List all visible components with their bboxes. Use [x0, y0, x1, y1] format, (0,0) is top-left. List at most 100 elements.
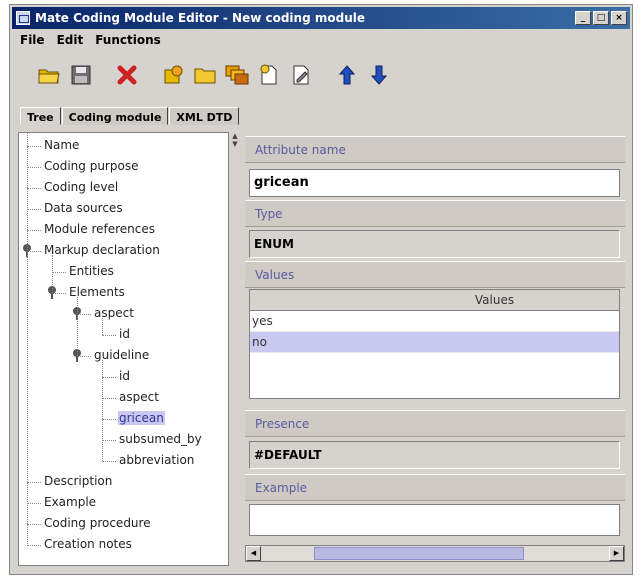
tree-connector: [102, 360, 103, 461]
tree-node[interactable]: Example: [43, 493, 97, 511]
edit-document-button[interactable]: [288, 62, 314, 88]
tree-connector: [27, 230, 41, 231]
tree-connector: [27, 167, 41, 168]
maximize-button[interactable]: □: [593, 11, 609, 25]
copy-icon: [225, 65, 249, 85]
type-field[interactable]: ENUM: [249, 230, 620, 258]
menu-functions[interactable]: Functions: [89, 30, 167, 50]
new-document-button[interactable]: [256, 62, 282, 88]
tree-connector: [27, 524, 41, 525]
tree-connector: [27, 188, 41, 189]
tree-connector: [102, 318, 103, 335]
tree-node-label: Coding purpose: [44, 159, 139, 173]
tree-node-label: Creation notes: [44, 537, 132, 551]
tree-connector: [52, 255, 53, 293]
tree-node-label: Description: [44, 474, 113, 488]
tree-node-label: Example: [44, 495, 97, 509]
delete-icon: [117, 65, 137, 85]
values-column-header[interactable]: Values: [250, 290, 619, 311]
collapse-left-icon[interactable]: ▲: [229, 132, 241, 140]
scroll-right-icon[interactable]: ▶: [609, 546, 624, 561]
tree-connector: [102, 440, 116, 441]
move-down-icon: [371, 65, 387, 85]
tab-tree[interactable]: Tree: [20, 107, 61, 125]
tree-node-label: id: [119, 327, 130, 341]
edit-document-icon: [293, 65, 309, 85]
tree-node[interactable]: abbreviation: [118, 451, 195, 469]
title-bar[interactable]: Mate Coding Module Editor - New coding m…: [12, 7, 630, 29]
tree-connector: [27, 482, 41, 483]
tree-node-label: abbreviation: [119, 453, 195, 467]
tree-node-label: Entities: [69, 264, 114, 278]
split-pane-divider[interactable]: ▲ ▼: [229, 132, 241, 564]
add-item-button[interactable]: [160, 62, 186, 88]
tree-connector: [27, 545, 41, 546]
tab-coding-module[interactable]: Coding module: [61, 107, 169, 125]
toolbar: [36, 58, 398, 92]
tree-node[interactable]: Name: [43, 136, 80, 154]
presence-label: Presence: [245, 410, 625, 437]
tree-panel: Name Coding purpose Coding level Data sourc…: [18, 132, 229, 566]
tree-node-label: aspect: [119, 390, 159, 404]
add-item-icon: [164, 65, 183, 84]
tree-node[interactable]: Coding procedure: [43, 514, 152, 532]
move-up-button[interactable]: [334, 62, 360, 88]
folder-icon: [194, 68, 216, 84]
tree-node[interactable]: Creation notes: [43, 535, 133, 553]
tree-connector: [102, 419, 116, 420]
tree-node[interactable]: Data sources: [43, 199, 124, 217]
tree-node-label: Module references: [44, 222, 155, 236]
type-label: Type: [245, 200, 625, 227]
tree-node[interactable]: subsumed_by: [118, 430, 203, 448]
tree-node-label: Markup declaration: [44, 243, 160, 257]
tab-bar: Tree Coding module XML DTD: [20, 107, 240, 125]
values-table: Values yes no: [249, 289, 620, 399]
close-button[interactable]: ×: [611, 11, 627, 25]
tree-node[interactable]: Description: [43, 472, 113, 490]
tree-node-label: Coding level: [44, 180, 119, 194]
tree-connector: [102, 461, 116, 462]
tree-node[interactable]: Coding level: [43, 178, 119, 196]
values-row[interactable]: no: [250, 332, 619, 353]
collapse-right-icon[interactable]: ▼: [229, 140, 241, 148]
presence-field[interactable]: #DEFAULT: [249, 441, 620, 469]
tree-node-label: aspect: [94, 306, 134, 320]
tree-node[interactable]: Entities: [68, 262, 115, 280]
attribute-name-label: Attribute name: [245, 136, 625, 163]
copy-button[interactable]: [224, 62, 250, 88]
tree-node[interactable]: Markup declaration: [43, 241, 161, 259]
tree-node-label: subsumed_by: [119, 432, 202, 446]
tab-xml-dtd[interactable]: XML DTD: [169, 107, 240, 125]
tree-connector: [77, 297, 78, 356]
tree-node-label: id: [119, 369, 130, 383]
tree-node[interactable]: Module references: [43, 220, 156, 238]
folder-button[interactable]: [192, 62, 218, 88]
menu-bar: File Edit Functions: [14, 30, 167, 50]
delete-button[interactable]: [114, 62, 140, 88]
tree-node-label: Data sources: [44, 201, 123, 215]
scroll-left-icon[interactable]: ◀: [246, 546, 261, 561]
minimize-button[interactable]: _: [575, 11, 591, 25]
app-icon: [16, 11, 30, 25]
menu-file[interactable]: File: [14, 30, 51, 50]
values-row[interactable]: yes: [250, 311, 619, 332]
tree-node[interactable]: Coding purpose: [43, 157, 139, 175]
tree-node[interactable]: id: [118, 367, 131, 385]
tree-node-label: Name: [44, 138, 80, 152]
example-field[interactable]: [249, 504, 620, 536]
move-down-button[interactable]: [366, 62, 392, 88]
open-button[interactable]: [36, 62, 62, 88]
tree-connector: [27, 503, 41, 504]
horizontal-scrollbar[interactable]: ◀ ▶: [245, 545, 625, 562]
move-up-icon: [339, 65, 355, 85]
attribute-name-field[interactable]: gricean: [249, 169, 620, 197]
tree-node[interactable]: gricean: [118, 409, 165, 427]
save-button[interactable]: [68, 62, 94, 88]
tree-node[interactable]: id: [118, 325, 131, 343]
menu-edit[interactable]: Edit: [51, 30, 90, 50]
tree-node[interactable]: aspect: [118, 388, 160, 406]
example-label: Example: [245, 474, 625, 501]
tree-node[interactable]: aspect: [93, 304, 135, 322]
tree-node-label: gricean: [118, 411, 165, 425]
scrollbar-thumb[interactable]: [313, 547, 524, 560]
